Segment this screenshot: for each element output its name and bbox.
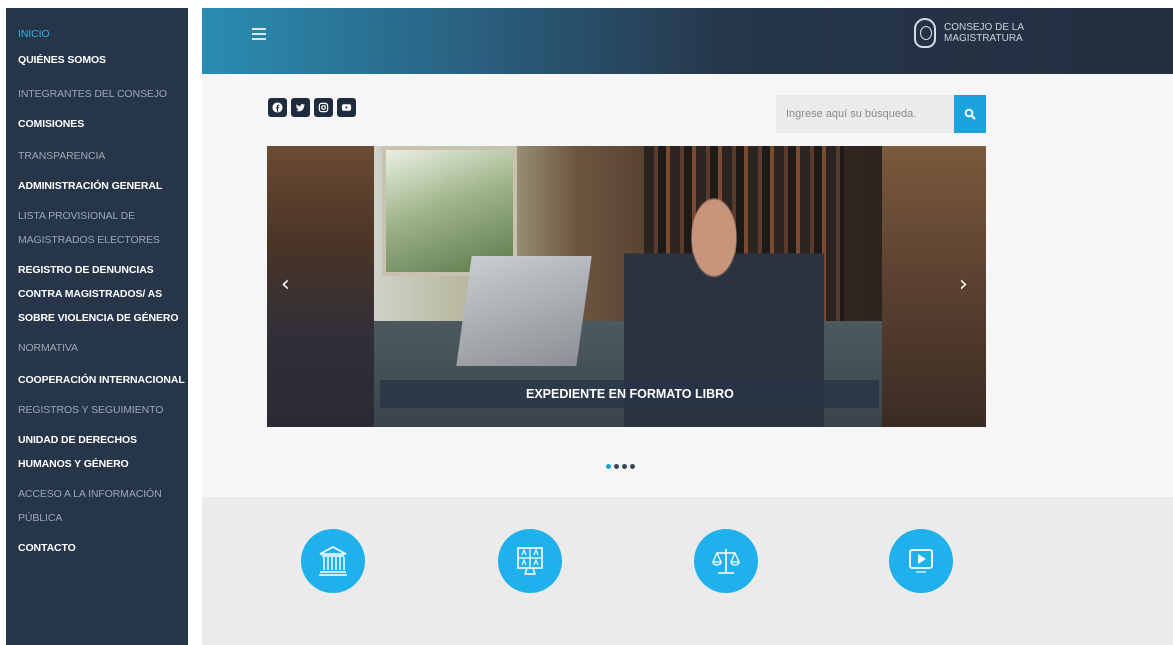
social-links <box>268 98 356 117</box>
sidebar-item-label: LISTA PROVISIONAL DE <box>18 210 136 222</box>
youtube-icon[interactable] <box>337 98 356 117</box>
sidebar-item[interactable]: ADMINISTRACIÓN GENERAL <box>6 174 188 198</box>
carousel-caption[interactable]: EXPEDIENTE EN FORMATO LIBRO <box>380 380 879 408</box>
carousel-dot[interactable] <box>606 464 611 469</box>
video-play-icon[interactable] <box>889 529 953 593</box>
brand-line-2: MAGISTRATURA <box>944 33 1023 44</box>
sidebar-item[interactable]: INTEGRANTES DEL CONSEJO <box>6 82 188 106</box>
carousel-next-button[interactable]: › <box>959 272 968 297</box>
brand-logo[interactable]: CONSEJO DE LA MAGISTRATURA <box>914 18 1024 48</box>
twitter-icon[interactable] <box>291 98 310 117</box>
scales-icon[interactable] <box>694 529 758 593</box>
news-carousel[interactable]: EXPEDIENTE EN FORMATO LIBRO ‹ › <box>267 146 986 427</box>
courthouse-icon[interactable] <box>301 529 365 593</box>
search-bar <box>776 95 986 133</box>
sidebar-item-label: COMISIONES <box>18 118 85 130</box>
sidebar-item[interactable]: UNIDAD DE DERECHOS HUMANOS Y GÉNERO <box>6 428 188 476</box>
carousel-dot[interactable] <box>622 464 627 469</box>
carousel-indicators <box>606 464 635 469</box>
facebook-icon[interactable] <box>268 98 287 117</box>
search-icon <box>964 108 976 120</box>
search-button[interactable] <box>954 95 986 133</box>
search-input[interactable] <box>776 95 954 133</box>
carousel-dot[interactable] <box>614 464 619 469</box>
sidebar-item[interactable]: LISTA PROVISIONAL DE MAGISTRADOS ELECTORE… <box>6 204 188 252</box>
sidebar-item-label: ACCESO A LA INFORMACIÓN <box>18 488 162 500</box>
sidebar-list: INICIO QUIÉNES SOMOS INTEGRANTES DEL CONSE… <box>6 8 188 560</box>
carousel-prev-button[interactable]: ‹ <box>281 272 290 297</box>
top-bar: CONSEJO DE LA MAGISTRATURA <box>202 8 1173 74</box>
main-content: EXPEDIENTE EN FORMATO LIBRO ‹ › <box>202 74 1173 497</box>
brand-text: CONSEJO DE LA MAGISTRATURA <box>944 22 1024 44</box>
sidebar-item-label: PÚBLICA <box>18 512 63 524</box>
sidebar-item[interactable]: QUIÉNES SOMOS <box>6 48 188 72</box>
sidebar-item[interactable]: ACCESO A LA INFORMACIÓN PÚBLICA <box>6 482 188 530</box>
brand-line-1: CONSEJO DE LA <box>944 22 1025 33</box>
carousel-dot[interactable] <box>630 464 635 469</box>
sidebar-item-label: CONTACTO <box>18 542 76 554</box>
sidebar-item-label: REGISTROS Y SEGUIMIENTO <box>18 404 164 416</box>
ballot-board-icon[interactable] <box>498 529 562 593</box>
carousel-photo-next <box>882 146 986 427</box>
national-seal-icon <box>914 18 936 48</box>
sidebar-item-label: UNIDAD DE DERECHOS <box>18 434 137 446</box>
feature-section <box>202 497 1173 645</box>
hamburger-menu-icon[interactable] <box>252 28 266 44</box>
sidebar-item-label: HUMANOS Y GÉNERO <box>18 458 129 470</box>
sidebar: INICIO QUIÉNES SOMOS INTEGRANTES DEL CONSE… <box>6 8 188 645</box>
sidebar-item-label: REGISTRO DE DENUNCIAS <box>18 264 154 276</box>
sidebar-item-label: CONTRA MAGISTRADOS/ AS <box>18 288 163 300</box>
sidebar-item[interactable]: COOPERACIÓN INTERNACIONAL <box>6 368 188 392</box>
sidebar-item[interactable]: TRANSPARENCIA <box>6 144 188 168</box>
sidebar-item-label: NORMATIVA <box>18 342 78 354</box>
sidebar-item-label: COOPERACIÓN INTERNACIONAL <box>18 374 185 386</box>
sidebar-item-label: QUIÉNES SOMOS <box>18 54 106 66</box>
sidebar-item[interactable]: INICIO <box>6 22 188 46</box>
sidebar-item-label: MAGISTRADOS ELECTORES <box>18 234 160 246</box>
sidebar-item[interactable]: NORMATIVA <box>6 336 188 360</box>
sidebar-item[interactable]: COMISIONES <box>6 112 188 136</box>
instagram-icon[interactable] <box>314 98 333 117</box>
sidebar-item-label: TRANSPARENCIA <box>18 150 106 162</box>
sidebar-item[interactable]: CONTACTO <box>6 536 188 560</box>
sidebar-item-label: ADMINISTRACIÓN GENERAL <box>18 180 163 192</box>
sidebar-item[interactable]: REGISTROS Y SEGUIMIENTO <box>6 398 188 422</box>
sidebar-item-label: INTEGRANTES DEL CONSEJO <box>18 88 168 100</box>
sidebar-item-label: INICIO <box>18 28 50 40</box>
sidebar-item-label: SOBRE VIOLENCIA DE GÉNERO <box>18 312 179 324</box>
sidebar-item[interactable]: REGISTRO DE DENUNCIAS CONTRA MAGISTRADOS/… <box>6 258 188 330</box>
